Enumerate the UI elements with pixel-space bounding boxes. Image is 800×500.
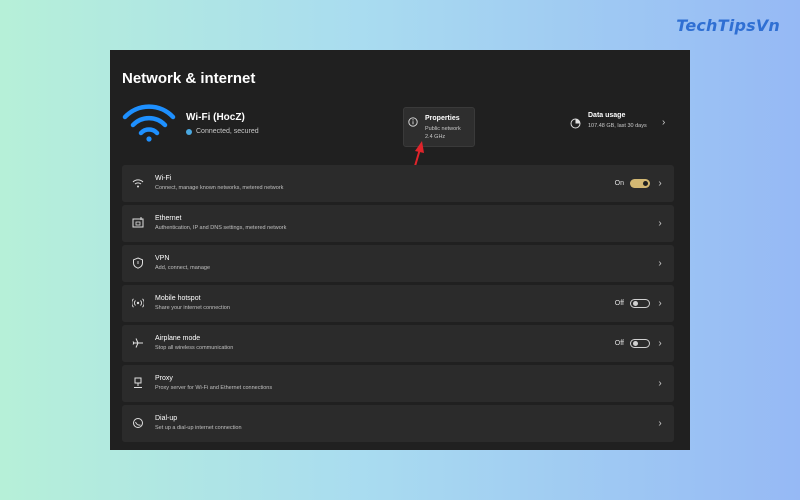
data-usage-detail: 107.48 GB, last 30 days	[588, 123, 647, 129]
airplane-mode-toggle[interactable]	[630, 339, 650, 348]
row-title: Airplane mode	[155, 335, 201, 342]
mobile-hotspot-toggle[interactable]	[630, 299, 650, 308]
row-subtitle: Add, connect, manage	[155, 265, 211, 271]
row-title: Ethernet	[155, 215, 182, 222]
toggle-label: Off	[614, 300, 624, 307]
page-title: Network & internet	[122, 70, 256, 87]
proxy-icon	[134, 377, 142, 388]
chevron-right-icon: ›	[658, 418, 662, 429]
row-subtitle: Set up a dial-up internet connection	[155, 425, 242, 431]
properties-title: Properties	[425, 115, 460, 122]
row-subtitle: Connect, manage known networks, metered …	[155, 185, 284, 191]
row-title: Dial-up	[155, 415, 178, 422]
settings-row-ethernet[interactable]: Ethernet Authentication, IP and DNS sett…	[122, 205, 674, 242]
chevron-right-icon: ›	[658, 218, 662, 229]
settings-row-wifi[interactable]: Wi-Fi Connect, manage known networks, me…	[122, 165, 674, 202]
toggle-label: Off	[614, 340, 624, 347]
settings-row-airplane-mode[interactable]: Airplane mode Stop all wireless communic…	[122, 325, 674, 362]
row-title: Wi-Fi	[155, 175, 172, 182]
toggle-label: On	[614, 180, 624, 187]
chevron-right-icon: ›	[662, 117, 666, 128]
dialup-icon	[133, 418, 143, 428]
hotspot-icon	[132, 298, 144, 308]
settings-row-proxy[interactable]: Proxy Proxy server for Wi-Fi and Etherne…	[122, 365, 674, 402]
info-icon	[408, 117, 418, 127]
data-usage-icon	[570, 118, 581, 129]
connection-status: Connected, secured	[186, 128, 259, 135]
row-title: VPN	[155, 255, 170, 262]
row-title: Proxy	[155, 375, 173, 382]
row-title: Mobile hotspot	[155, 295, 201, 302]
network-ssid: Wi-Fi (HocZ)	[186, 112, 245, 123]
properties-network-type: Public network	[425, 126, 461, 132]
watermark-logo: TechTipsVn	[676, 16, 780, 35]
connected-icon	[186, 128, 192, 135]
chevron-right-icon: ›	[658, 338, 662, 349]
data-usage-title: Data usage	[588, 112, 626, 119]
settings-window: Network & internet Wi-Fi (HocZ) Connecte…	[110, 50, 690, 450]
airplane-icon	[132, 338, 143, 348]
settings-row-vpn[interactable]: VPN Add, connect, manage ›	[122, 245, 674, 282]
row-subtitle: Authentication, IP and DNS settings, met…	[155, 225, 287, 231]
wifi-toggle[interactable]	[630, 179, 650, 188]
chevron-right-icon: ›	[658, 178, 662, 189]
row-subtitle: Proxy server for Wi-Fi and Ethernet conn…	[155, 385, 273, 391]
wifi-large-icon	[122, 104, 176, 142]
chevron-right-icon: ›	[658, 378, 662, 389]
row-subtitle: Share your internet connection	[155, 305, 230, 311]
wifi-icon	[132, 179, 144, 188]
settings-row-dial-up[interactable]: Dial-up Set up a dial-up internet connec…	[122, 405, 674, 442]
shield-icon	[133, 257, 143, 269]
connection-status-text: Connected, secured	[196, 128, 259, 135]
settings-list: Wi-Fi Connect, manage known networks, me…	[122, 165, 674, 445]
chevron-right-icon: ›	[658, 258, 662, 269]
row-subtitle: Stop all wireless communication	[155, 345, 234, 351]
chevron-right-icon: ›	[658, 298, 662, 309]
ethernet-icon	[132, 217, 144, 228]
settings-row-mobile-hotspot[interactable]: Mobile hotspot Share your internet conne…	[122, 285, 674, 322]
